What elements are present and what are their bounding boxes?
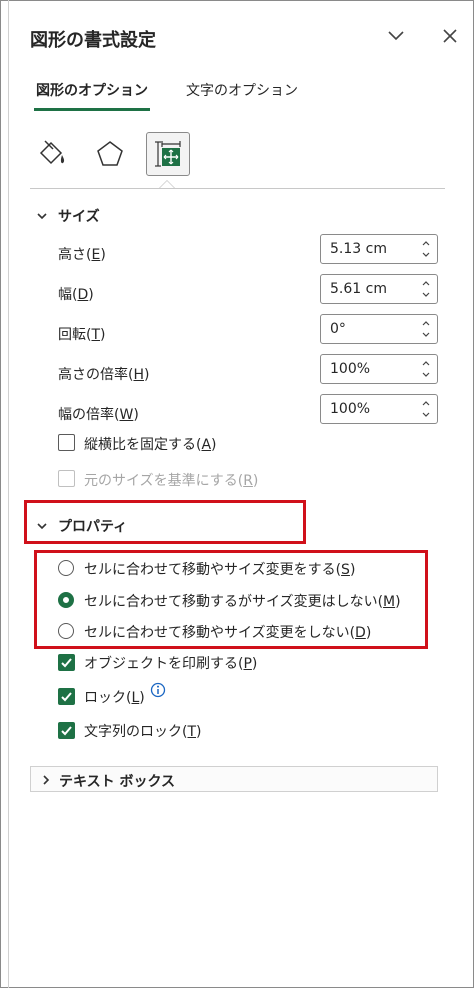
tab-shape-options[interactable]: 図形のオプション: [36, 80, 148, 100]
height-label: 高さ(E): [58, 247, 106, 263]
spinner-arrows-icon[interactable]: [421, 238, 431, 260]
lock-text-label: 文字列のロック(T): [84, 724, 202, 740]
spinner-arrows-icon[interactable]: [421, 358, 431, 380]
rotation-label: 回転(T): [58, 327, 106, 343]
relative-original-label: 元のサイズを基準にする(R): [84, 473, 259, 489]
paint-bucket-icon: [39, 140, 65, 165]
relative-original-checkbox[interactable]: [58, 470, 75, 487]
textbox-section-title: テキスト ボックス: [59, 774, 176, 790]
textbox-section-header[interactable]: テキスト ボックス: [30, 766, 438, 792]
print-object-label: オブジェクトを印刷する(P): [84, 656, 258, 672]
width-value: 5.61 cm: [330, 281, 387, 297]
height-value: 5.13 cm: [330, 241, 387, 257]
spinner-arrows-icon[interactable]: [421, 398, 431, 420]
radio-move-and-size-label: セルに合わせて移動やサイズ変更をする(S): [84, 562, 356, 578]
chevron-down-icon[interactable]: [382, 22, 410, 50]
radio-move-no-size[interactable]: [58, 592, 74, 608]
checkmark-icon: [61, 658, 72, 668]
pane-title: 図形の書式設定: [30, 30, 156, 51]
pane-left-border: [8, 0, 9, 988]
lock-text-checkbox[interactable]: [58, 722, 75, 739]
lock-aspect-checkbox[interactable]: [58, 434, 75, 451]
spinner-arrows-icon[interactable]: [421, 278, 431, 300]
scale-height-spinner[interactable]: 100%: [320, 354, 438, 384]
fill-line-category[interactable]: [30, 132, 74, 176]
properties-section-title: プロパティ: [58, 519, 128, 535]
scale-width-value: 100%: [330, 401, 371, 417]
active-tab-indicator: [34, 108, 150, 111]
spinner-arrows-icon[interactable]: [421, 318, 431, 340]
print-object-checkbox[interactable]: [58, 654, 75, 671]
effects-category[interactable]: [88, 132, 132, 176]
size-section-title: サイズ: [58, 209, 100, 225]
scale-height-label: 高さの倍率(H): [58, 367, 150, 383]
width-spinner[interactable]: 5.61 cm: [320, 274, 438, 304]
size-properties-icon: [155, 141, 181, 167]
chevron-down-icon: [37, 213, 47, 220]
radio-no-move-no-size[interactable]: [58, 623, 74, 639]
lock-checkbox[interactable]: [58, 688, 75, 705]
chevron-right-icon: [43, 775, 50, 785]
checkmark-icon: [61, 692, 72, 702]
category-separator: [30, 188, 445, 189]
width-label: 幅(D): [58, 287, 94, 303]
rotation-value: 0°: [330, 321, 346, 337]
chevron-down-icon: [37, 523, 47, 530]
height-spinner[interactable]: 5.13 cm: [320, 234, 438, 264]
tab-text-options[interactable]: 文字のオプション: [186, 80, 298, 100]
lock-label: ロック(L): [84, 690, 145, 706]
size-section-header[interactable]: サイズ: [36, 206, 100, 226]
radio-no-move-no-size-label: セルに合わせて移動やサイズ変更をしない(D): [84, 625, 372, 641]
properties-section-header[interactable]: プロパティ: [36, 516, 127, 536]
size-properties-category[interactable]: [146, 132, 190, 176]
pentagon-icon: [97, 141, 123, 166]
close-icon[interactable]: [436, 22, 464, 50]
rotation-spinner[interactable]: 0°: [320, 314, 438, 344]
info-icon[interactable]: [150, 682, 166, 698]
scale-height-value: 100%: [330, 361, 371, 377]
radio-move-and-size[interactable]: [58, 560, 74, 576]
scale-width-label: 幅の倍率(W): [58, 407, 139, 423]
lock-aspect-label: 縦横比を固定する(A): [84, 437, 217, 453]
checkmark-icon: [61, 726, 72, 736]
radio-move-no-size-label: セルに合わせて移動するがサイズ変更はしない(M): [84, 594, 401, 610]
scale-width-spinner[interactable]: 100%: [320, 394, 438, 424]
